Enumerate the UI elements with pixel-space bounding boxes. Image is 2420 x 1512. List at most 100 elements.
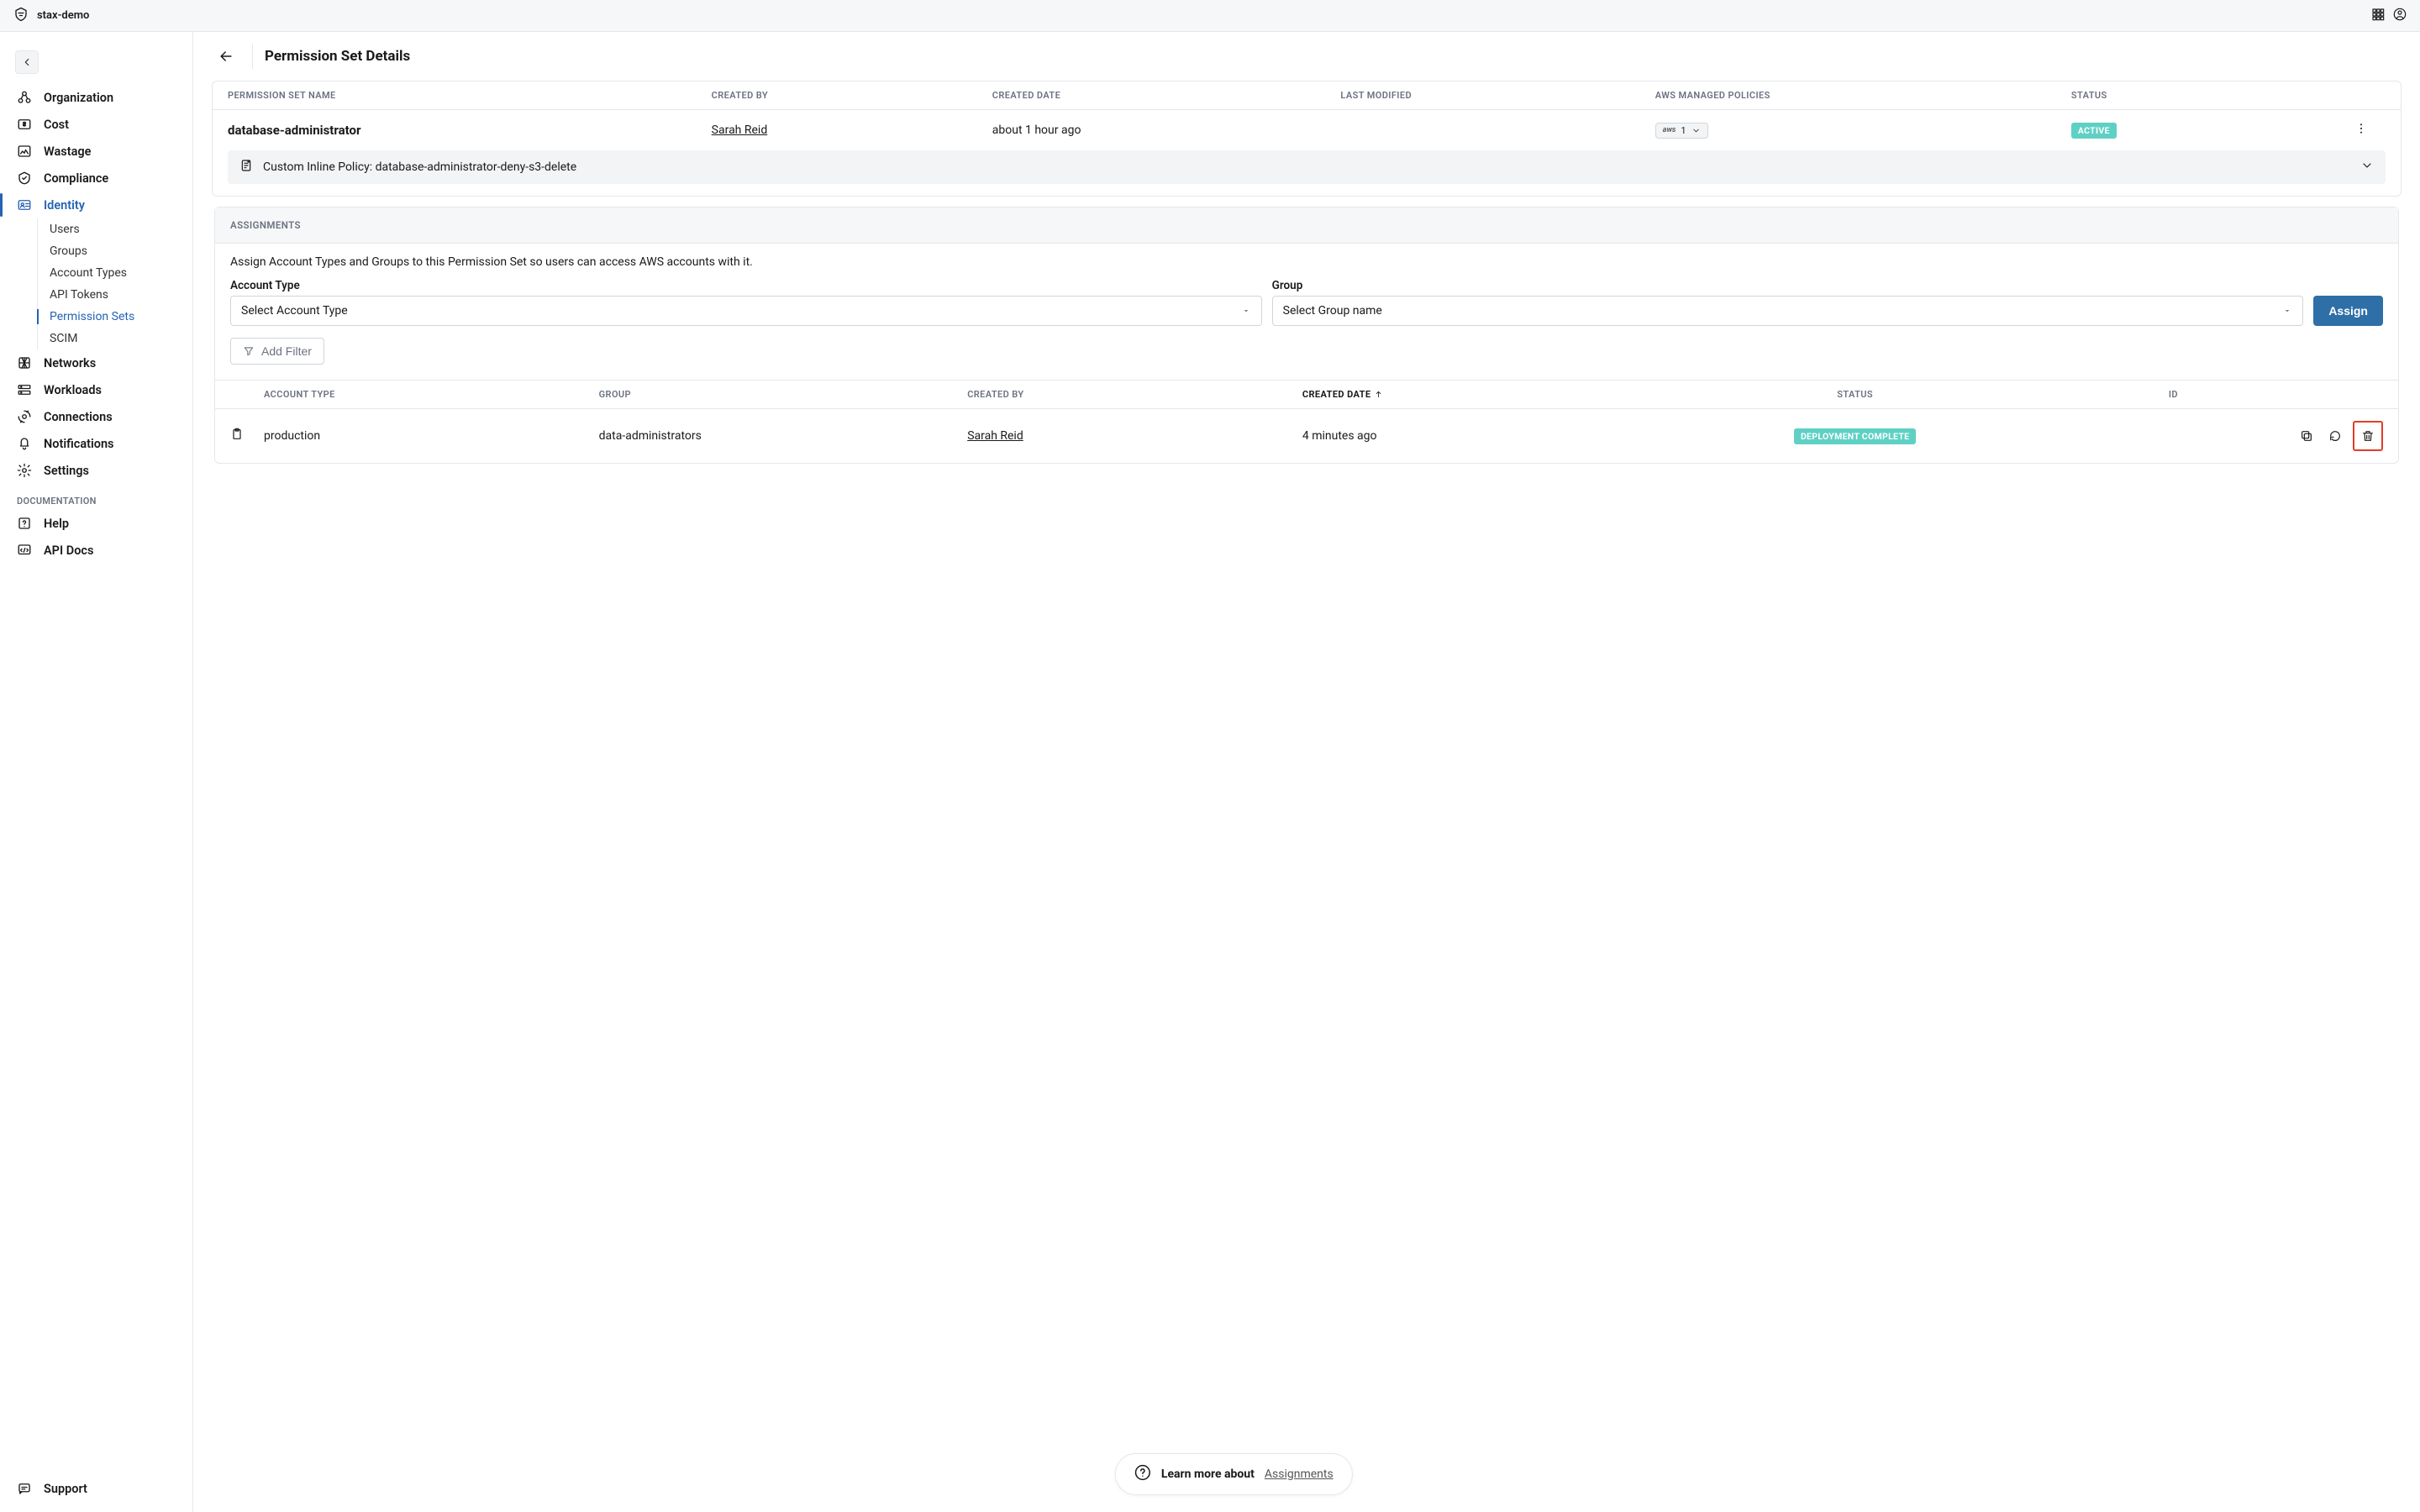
caret-down-icon	[2282, 306, 2292, 316]
subnav-account-types[interactable]: Account Types	[38, 262, 192, 284]
nav-label: Notifications	[44, 437, 114, 451]
created-date-value: about 1 hour ago	[992, 123, 1331, 137]
sidebar: Organization Cost Wastage Compliance Ide…	[0, 32, 193, 1512]
permission-set-name: database-administrator	[228, 123, 702, 138]
nav-label: Settings	[44, 464, 89, 478]
learn-more-pill: Learn more about Assignments	[1115, 1453, 1353, 1495]
created-by-link[interactable]: Sarah Reid	[712, 123, 768, 137]
settings-icon	[17, 463, 32, 478]
add-filter-label: Add Filter	[261, 344, 312, 358]
delete-button[interactable]	[2353, 421, 2383, 451]
doc-section-label: DOCUMENTATION	[0, 484, 192, 510]
nav-help[interactable]: Help	[0, 510, 192, 537]
nav-organization[interactable]: Organization	[0, 84, 192, 111]
aws-count: 1	[1681, 125, 1686, 136]
acol-status: STATUS	[1638, 389, 2073, 400]
col-aws-policies: AWS MANAGED POLICIES	[1655, 90, 2061, 101]
nav-label: Connections	[44, 410, 113, 424]
chevron-down-icon	[1691, 126, 1701, 135]
nav-label: Compliance	[44, 171, 108, 186]
assignments-header: ASSIGNMENTS	[215, 207, 2398, 244]
inline-policy-text: Custom Inline Policy: database-administr…	[263, 160, 576, 174]
nav-label: Cost	[44, 118, 69, 132]
sidebar-collapse-button[interactable]	[15, 50, 39, 74]
nav-support[interactable]: Support	[0, 1475, 192, 1502]
nav-label: Identity	[44, 198, 85, 213]
row-group: data-administrators	[599, 429, 968, 443]
nav-wastage[interactable]: Wastage	[0, 138, 192, 165]
subnav-permission-sets[interactable]: Permission Sets	[38, 306, 192, 328]
topbar: stax-demo	[0, 0, 2420, 32]
row-status-badge: DEPLOYMENT COMPLETE	[1794, 428, 1916, 444]
row-menu-button[interactable]	[2352, 122, 2370, 139]
workloads-icon	[17, 382, 32, 397]
nav-identity[interactable]: Identity	[0, 192, 192, 218]
nav-label: Networks	[44, 356, 96, 370]
learn-more-text: Learn more about	[1161, 1467, 1255, 1481]
nav-label: Wastage	[44, 144, 91, 159]
policy-icon	[239, 159, 253, 176]
subnav-groups[interactable]: Groups	[38, 240, 192, 262]
nav-workloads[interactable]: Workloads	[0, 376, 192, 403]
group-select[interactable]: Select Group name	[1272, 296, 2304, 326]
subnav-users[interactable]: Users	[38, 218, 192, 240]
nav-notifications[interactable]: Notifications	[0, 430, 192, 457]
help-circle-icon	[1134, 1464, 1151, 1484]
apps-grid-icon[interactable]	[2371, 8, 2385, 24]
assign-button[interactable]: Assign	[2313, 296, 2383, 326]
acol-created-date[interactable]: CREATED DATE	[1302, 389, 1638, 400]
row-account-type: production	[264, 429, 599, 443]
status-badge: ACTIVE	[2071, 123, 2117, 139]
group-placeholder: Select Group name	[1283, 304, 1382, 318]
subnav-api-tokens[interactable]: API Tokens	[38, 284, 192, 306]
user-avatar-icon[interactable]	[2393, 8, 2407, 24]
back-button[interactable]	[212, 42, 240, 71]
api-docs-icon	[17, 543, 32, 558]
nav-label: API Docs	[44, 543, 93, 558]
copy-button[interactable]	[2296, 425, 2317, 447]
nav-settings[interactable]: Settings	[0, 457, 192, 484]
main-content: Permission Set Details PERMISSION SET NA…	[193, 32, 2420, 1512]
header-divider	[252, 44, 253, 69]
subnav-scim[interactable]: SCIM	[38, 328, 192, 349]
learn-more-link[interactable]: Assignments	[1265, 1467, 1334, 1481]
nav-label: Support	[44, 1482, 87, 1496]
nav-networks[interactable]: Networks	[0, 349, 192, 376]
aws-policies-chip[interactable]: aws 1	[1655, 123, 1708, 139]
account-type-select[interactable]: Select Account Type	[230, 296, 1262, 326]
networks-icon	[17, 355, 32, 370]
nav-connections[interactable]: Connections	[0, 403, 192, 430]
sort-asc-icon	[1374, 390, 1383, 399]
clipboard-icon	[230, 428, 264, 444]
col-created-date: CREATED DATE	[992, 90, 1331, 101]
col-name: PERMISSION SET NAME	[228, 90, 702, 101]
connections-icon	[17, 409, 32, 424]
assignments-description: Assign Account Types and Groups to this …	[230, 255, 2383, 269]
group-label: Group	[1272, 279, 2304, 292]
caret-down-icon	[1241, 306, 1251, 316]
inline-policy-row[interactable]: Custom Inline Policy: database-administr…	[228, 150, 2386, 184]
acol-id: ID	[2073, 389, 2274, 400]
acol-account-type: ACCOUNT TYPE	[264, 389, 599, 400]
account-type-label: Account Type	[230, 279, 1262, 292]
col-status: STATUS	[2071, 90, 2342, 101]
assignment-row: production data-administrators Sarah Rei…	[215, 409, 2398, 463]
acol-created-by: CREATED BY	[967, 389, 1302, 400]
permission-set-detail-card: PERMISSION SET NAME CREATED BY CREATED D…	[212, 81, 2402, 197]
chevron-down-icon	[2360, 159, 2374, 176]
redeploy-button[interactable]	[2324, 425, 2346, 447]
identity-icon	[17, 197, 32, 213]
account-type-placeholder: Select Account Type	[241, 304, 348, 318]
col-created-by: CREATED BY	[712, 90, 982, 101]
nav-api-docs[interactable]: API Docs	[0, 537, 192, 564]
logo-icon	[13, 7, 29, 25]
nav-label: Workloads	[44, 383, 102, 397]
row-created-date: 4 minutes ago	[1302, 429, 1638, 443]
wastage-icon	[17, 144, 32, 159]
add-filter-button[interactable]: Add Filter	[230, 338, 324, 365]
aws-chip-label: aws	[1663, 126, 1676, 134]
nav-label: Help	[44, 517, 69, 531]
row-created-by-link[interactable]: Sarah Reid	[967, 429, 1023, 443]
nav-compliance[interactable]: Compliance	[0, 165, 192, 192]
nav-cost[interactable]: Cost	[0, 111, 192, 138]
